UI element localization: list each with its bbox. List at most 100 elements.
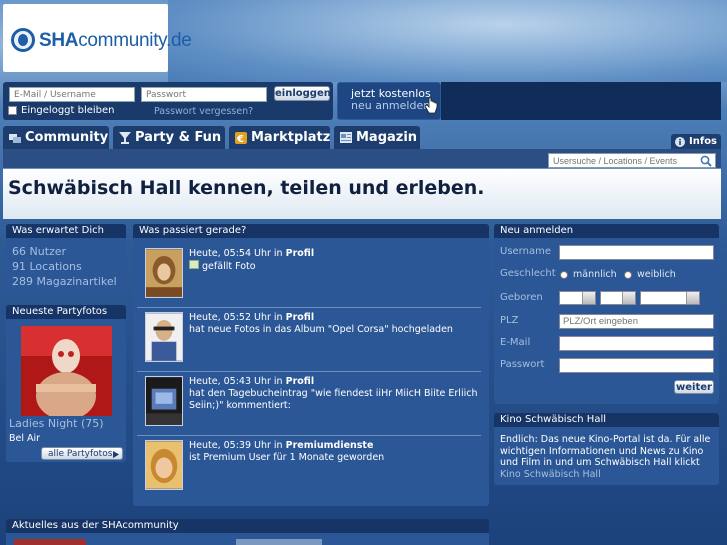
stat-locations: 91 Locations bbox=[12, 260, 82, 273]
remember-checkbox[interactable] bbox=[8, 106, 17, 115]
user-avatar[interactable] bbox=[145, 376, 183, 426]
all-partyfotos-label: alle Partyfotos bbox=[48, 449, 113, 459]
feed-time: Heute, 05:39 Uhr in bbox=[189, 440, 283, 451]
brand-bold: SHA bbox=[39, 30, 79, 51]
info-icon bbox=[675, 137, 685, 147]
page-title: Schwäbisch Hall kennen, teilen und erleb… bbox=[8, 177, 485, 199]
continue-button[interactable]: weiter bbox=[674, 380, 714, 394]
feed-panel: Was passiert gerade? Heute, 05:54 Uhr in… bbox=[133, 224, 489, 506]
feed-item[interactable]: Heute, 05:54 Uhr in Profil gefällt Foto bbox=[137, 244, 481, 308]
birth-year-select[interactable] bbox=[640, 291, 700, 305]
tab-party-fun[interactable]: Party & Fun bbox=[113, 126, 225, 150]
party-location: Bel Air bbox=[9, 433, 41, 444]
signup-panel: Neu anmelden Username Geschlecht männlic… bbox=[494, 224, 719, 404]
tab-label: Magazin bbox=[356, 130, 418, 145]
feed-title: Was passiert gerade? bbox=[133, 224, 489, 238]
feed-section[interactable]: Profil bbox=[286, 376, 314, 387]
tab-label: Marktplatz bbox=[251, 130, 331, 145]
male-label: männlich bbox=[573, 269, 617, 280]
gender-male-radio[interactable] bbox=[560, 271, 568, 279]
feed-item[interactable]: Heute, 05:52 Uhr in Profil hat neue Foto… bbox=[137, 308, 481, 372]
tab-magazin[interactable]: Magazin bbox=[334, 126, 420, 150]
kino-text: Endlich: Das neue Kino-Portal ist da. Fü… bbox=[500, 434, 716, 480]
kino-panel: Kino Schwäbisch Hall Endlich: Das neue K… bbox=[494, 413, 719, 485]
signup-password-input[interactable] bbox=[559, 358, 714, 373]
plz-label: PLZ bbox=[500, 315, 519, 326]
feed-text: hat neue Fotos in das Album "Opel Corsa"… bbox=[189, 324, 453, 335]
photo-icon bbox=[189, 260, 199, 269]
header-dark-bar bbox=[441, 82, 721, 120]
feed-item[interactable]: Heute, 05:39 Uhr in Premiumdienste ist P… bbox=[137, 436, 481, 500]
feed-time: Heute, 05:54 Uhr in bbox=[189, 248, 283, 259]
search-icon[interactable] bbox=[700, 155, 712, 167]
partyfotos-panel: Neueste Partyfotos Ladies Night (75) Bel… bbox=[6, 305, 126, 462]
email-label: E-Mail bbox=[500, 337, 531, 348]
stat-articles: 289 Magazinartikel bbox=[12, 275, 117, 288]
expect-title: Was erwartet Dich bbox=[6, 224, 126, 238]
cocktail-glass-icon bbox=[119, 132, 131, 144]
register-button[interactable]: jetzt kostenlos neu anmelden bbox=[337, 82, 441, 120]
site-logo[interactable]: SHAcommunity.de bbox=[3, 4, 192, 72]
brand-rest: community.de bbox=[78, 30, 192, 51]
community-logo-icon bbox=[11, 28, 35, 52]
forgot-password-link[interactable]: Passwort vergessen? bbox=[154, 106, 253, 117]
search-input[interactable] bbox=[548, 153, 716, 168]
tab-label: Party & Fun bbox=[135, 130, 222, 145]
user-avatar[interactable] bbox=[145, 312, 183, 362]
feed-item[interactable]: Heute, 05:43 Uhr in Profil hat den Tageb… bbox=[137, 372, 481, 436]
password-label: Passwort bbox=[500, 359, 545, 370]
kino-body: Endlich: Das neue Kino-Portal ist da. Fü… bbox=[500, 434, 711, 468]
user-avatar[interactable] bbox=[145, 440, 183, 490]
kino-link[interactable]: Kino Schwäbisch Hall bbox=[500, 469, 601, 480]
birth-month-select[interactable] bbox=[600, 291, 636, 305]
kino-title: Kino Schwäbisch Hall bbox=[494, 413, 719, 427]
feed-text: gefällt Foto bbox=[202, 261, 256, 272]
feed-section[interactable]: Profil bbox=[286, 248, 314, 259]
news-thumb[interactable] bbox=[236, 539, 322, 545]
feed-section[interactable]: Premiumdienste bbox=[286, 440, 374, 451]
sky-background bbox=[168, 0, 727, 82]
register-line2: neu anmelden bbox=[351, 99, 431, 112]
feed-time: Heute, 05:43 Uhr in bbox=[189, 376, 283, 387]
party-photo[interactable] bbox=[21, 326, 112, 416]
info-label: Infos bbox=[689, 136, 718, 147]
newspaper-icon bbox=[340, 132, 352, 143]
community-icon bbox=[9, 134, 21, 143]
signup-username-input[interactable] bbox=[559, 245, 714, 260]
all-partyfotos-button[interactable]: alle Partyfotos bbox=[41, 447, 123, 460]
stat-users: 66 Nutzer bbox=[12, 245, 67, 258]
gender-label: Geschlecht bbox=[500, 268, 556, 279]
tab-community[interactable]: Community bbox=[3, 126, 109, 150]
user-avatar[interactable] bbox=[145, 248, 183, 298]
news-panel: Aktuelles aus der SHAcommunity bbox=[6, 519, 489, 545]
partyfotos-title: Neueste Partyfotos bbox=[6, 305, 126, 319]
tab-label: Community bbox=[25, 130, 109, 145]
tab-marktplatz[interactable]: € Marktplatz bbox=[229, 126, 330, 150]
feed-text: hat den Tagebucheintrag "wie fiendest ii… bbox=[189, 388, 478, 411]
feed-section[interactable]: Profil bbox=[286, 312, 314, 323]
female-label: weiblich bbox=[637, 269, 676, 280]
hand-cursor-icon bbox=[424, 97, 438, 114]
username-input[interactable] bbox=[9, 87, 135, 102]
arrow-right-icon bbox=[113, 451, 119, 458]
birth-day-select[interactable] bbox=[559, 291, 596, 305]
birthdate-label: Geboren bbox=[500, 292, 543, 303]
login-button[interactable]: einloggen bbox=[274, 86, 331, 101]
gender-female-radio[interactable] bbox=[624, 271, 632, 279]
plz-input[interactable] bbox=[559, 314, 714, 329]
party-caption[interactable]: Ladies Night (75) bbox=[9, 417, 104, 430]
hero-banner: Schwäbisch Hall kennen, teilen und erleb… bbox=[3, 169, 721, 219]
main-nav: Community Party & Fun € Marktplatz Magaz… bbox=[3, 126, 721, 150]
news-title: Aktuelles aus der SHAcommunity bbox=[6, 519, 489, 533]
feed-time: Heute, 05:52 Uhr in bbox=[189, 312, 283, 323]
euro-icon: € bbox=[235, 132, 247, 144]
username-label: Username bbox=[500, 246, 551, 257]
tab-infos[interactable]: Infos bbox=[671, 134, 721, 150]
signup-email-input[interactable] bbox=[559, 336, 714, 351]
signup-title: Neu anmelden bbox=[494, 224, 719, 238]
expect-panel: Was erwartet Dich 66 Nutzer 91 Locations… bbox=[6, 224, 126, 296]
news-thumb[interactable] bbox=[14, 539, 86, 545]
feed-text: ist Premium User für 1 Monate geworden bbox=[189, 452, 385, 463]
password-input[interactable] bbox=[141, 87, 267, 102]
remember-label: Eingeloggt bleiben bbox=[21, 105, 115, 116]
